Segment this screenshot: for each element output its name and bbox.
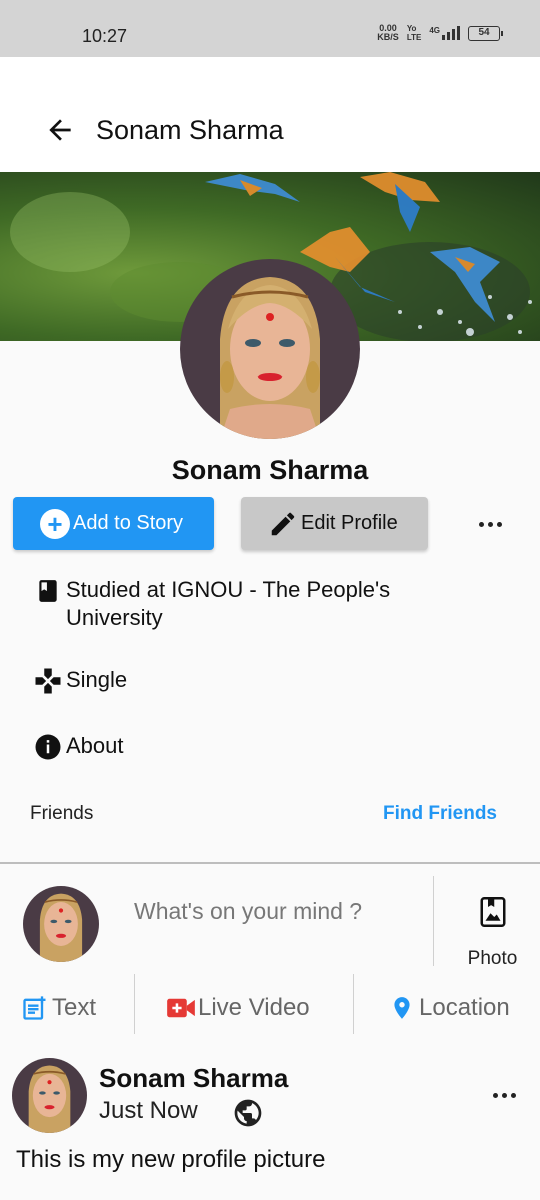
profile-avatar[interactable] — [180, 259, 360, 439]
location-button[interactable]: Location — [387, 993, 510, 1023]
profile-name: Sonam Sharma — [171, 455, 369, 485]
location-pin-icon — [387, 993, 417, 1023]
post-text: This is my new profile picture — [16, 1146, 326, 1173]
post-timestamp: Just Now — [99, 1097, 198, 1124]
status-input[interactable]: What's on your mind ? — [134, 898, 362, 925]
friends-label: Friends — [30, 803, 94, 824]
section-divider — [0, 862, 540, 864]
add-to-story-button[interactable]: + Add to Story — [13, 497, 214, 550]
pencil-icon — [271, 512, 295, 535]
book-icon — [33, 576, 63, 606]
divider-vertical — [134, 974, 135, 1034]
composer-avatar — [23, 886, 99, 962]
gamepad-icon — [33, 666, 63, 696]
signal-icon: 4G — [429, 26, 460, 40]
relationship-row: Single — [33, 666, 127, 696]
divider-vertical — [353, 974, 354, 1034]
more-options-icon[interactable] — [476, 510, 504, 538]
back-arrow-icon[interactable] — [44, 114, 76, 146]
page-title: Sonam Sharma — [96, 115, 284, 145]
status-icons: 0.00 KB/S Yo LTE 4G 54 — [377, 23, 503, 42]
post-author-avatar[interactable] — [12, 1058, 87, 1133]
photo-icon — [480, 897, 506, 927]
status-bar: 10:27 0.00 KB/S Yo LTE 4G 54 — [0, 0, 540, 57]
status-time: 10:27 — [82, 26, 128, 46]
edit-profile-button[interactable]: Edit Profile — [241, 497, 428, 550]
globe-icon — [232, 1097, 264, 1129]
text-note-icon — [20, 993, 50, 1023]
find-friends-link[interactable]: Find Friends — [383, 803, 497, 825]
info-icon — [33, 732, 63, 762]
live-video-button[interactable]: Live Video — [166, 993, 310, 1023]
battery-icon: 54 — [468, 25, 503, 41]
volte-icon: Yo LTE — [406, 24, 422, 42]
add-circle-icon: + — [40, 508, 70, 539]
education-row: Studied at IGNOU - The People's Universi… — [33, 576, 473, 632]
network-speed: 0.00 KB/S — [377, 23, 399, 42]
divider-vertical — [433, 876, 434, 966]
post-options-icon[interactable] — [490, 1084, 518, 1106]
video-camera-icon — [166, 993, 196, 1023]
photo-button[interactable]: Photo — [445, 893, 540, 973]
text-post-button[interactable]: Text — [20, 993, 96, 1023]
about-row[interactable]: About — [33, 732, 124, 762]
app-bar: Sonam Sharma — [0, 57, 540, 172]
post-author-name[interactable]: Sonam Sharma — [99, 1063, 288, 1094]
